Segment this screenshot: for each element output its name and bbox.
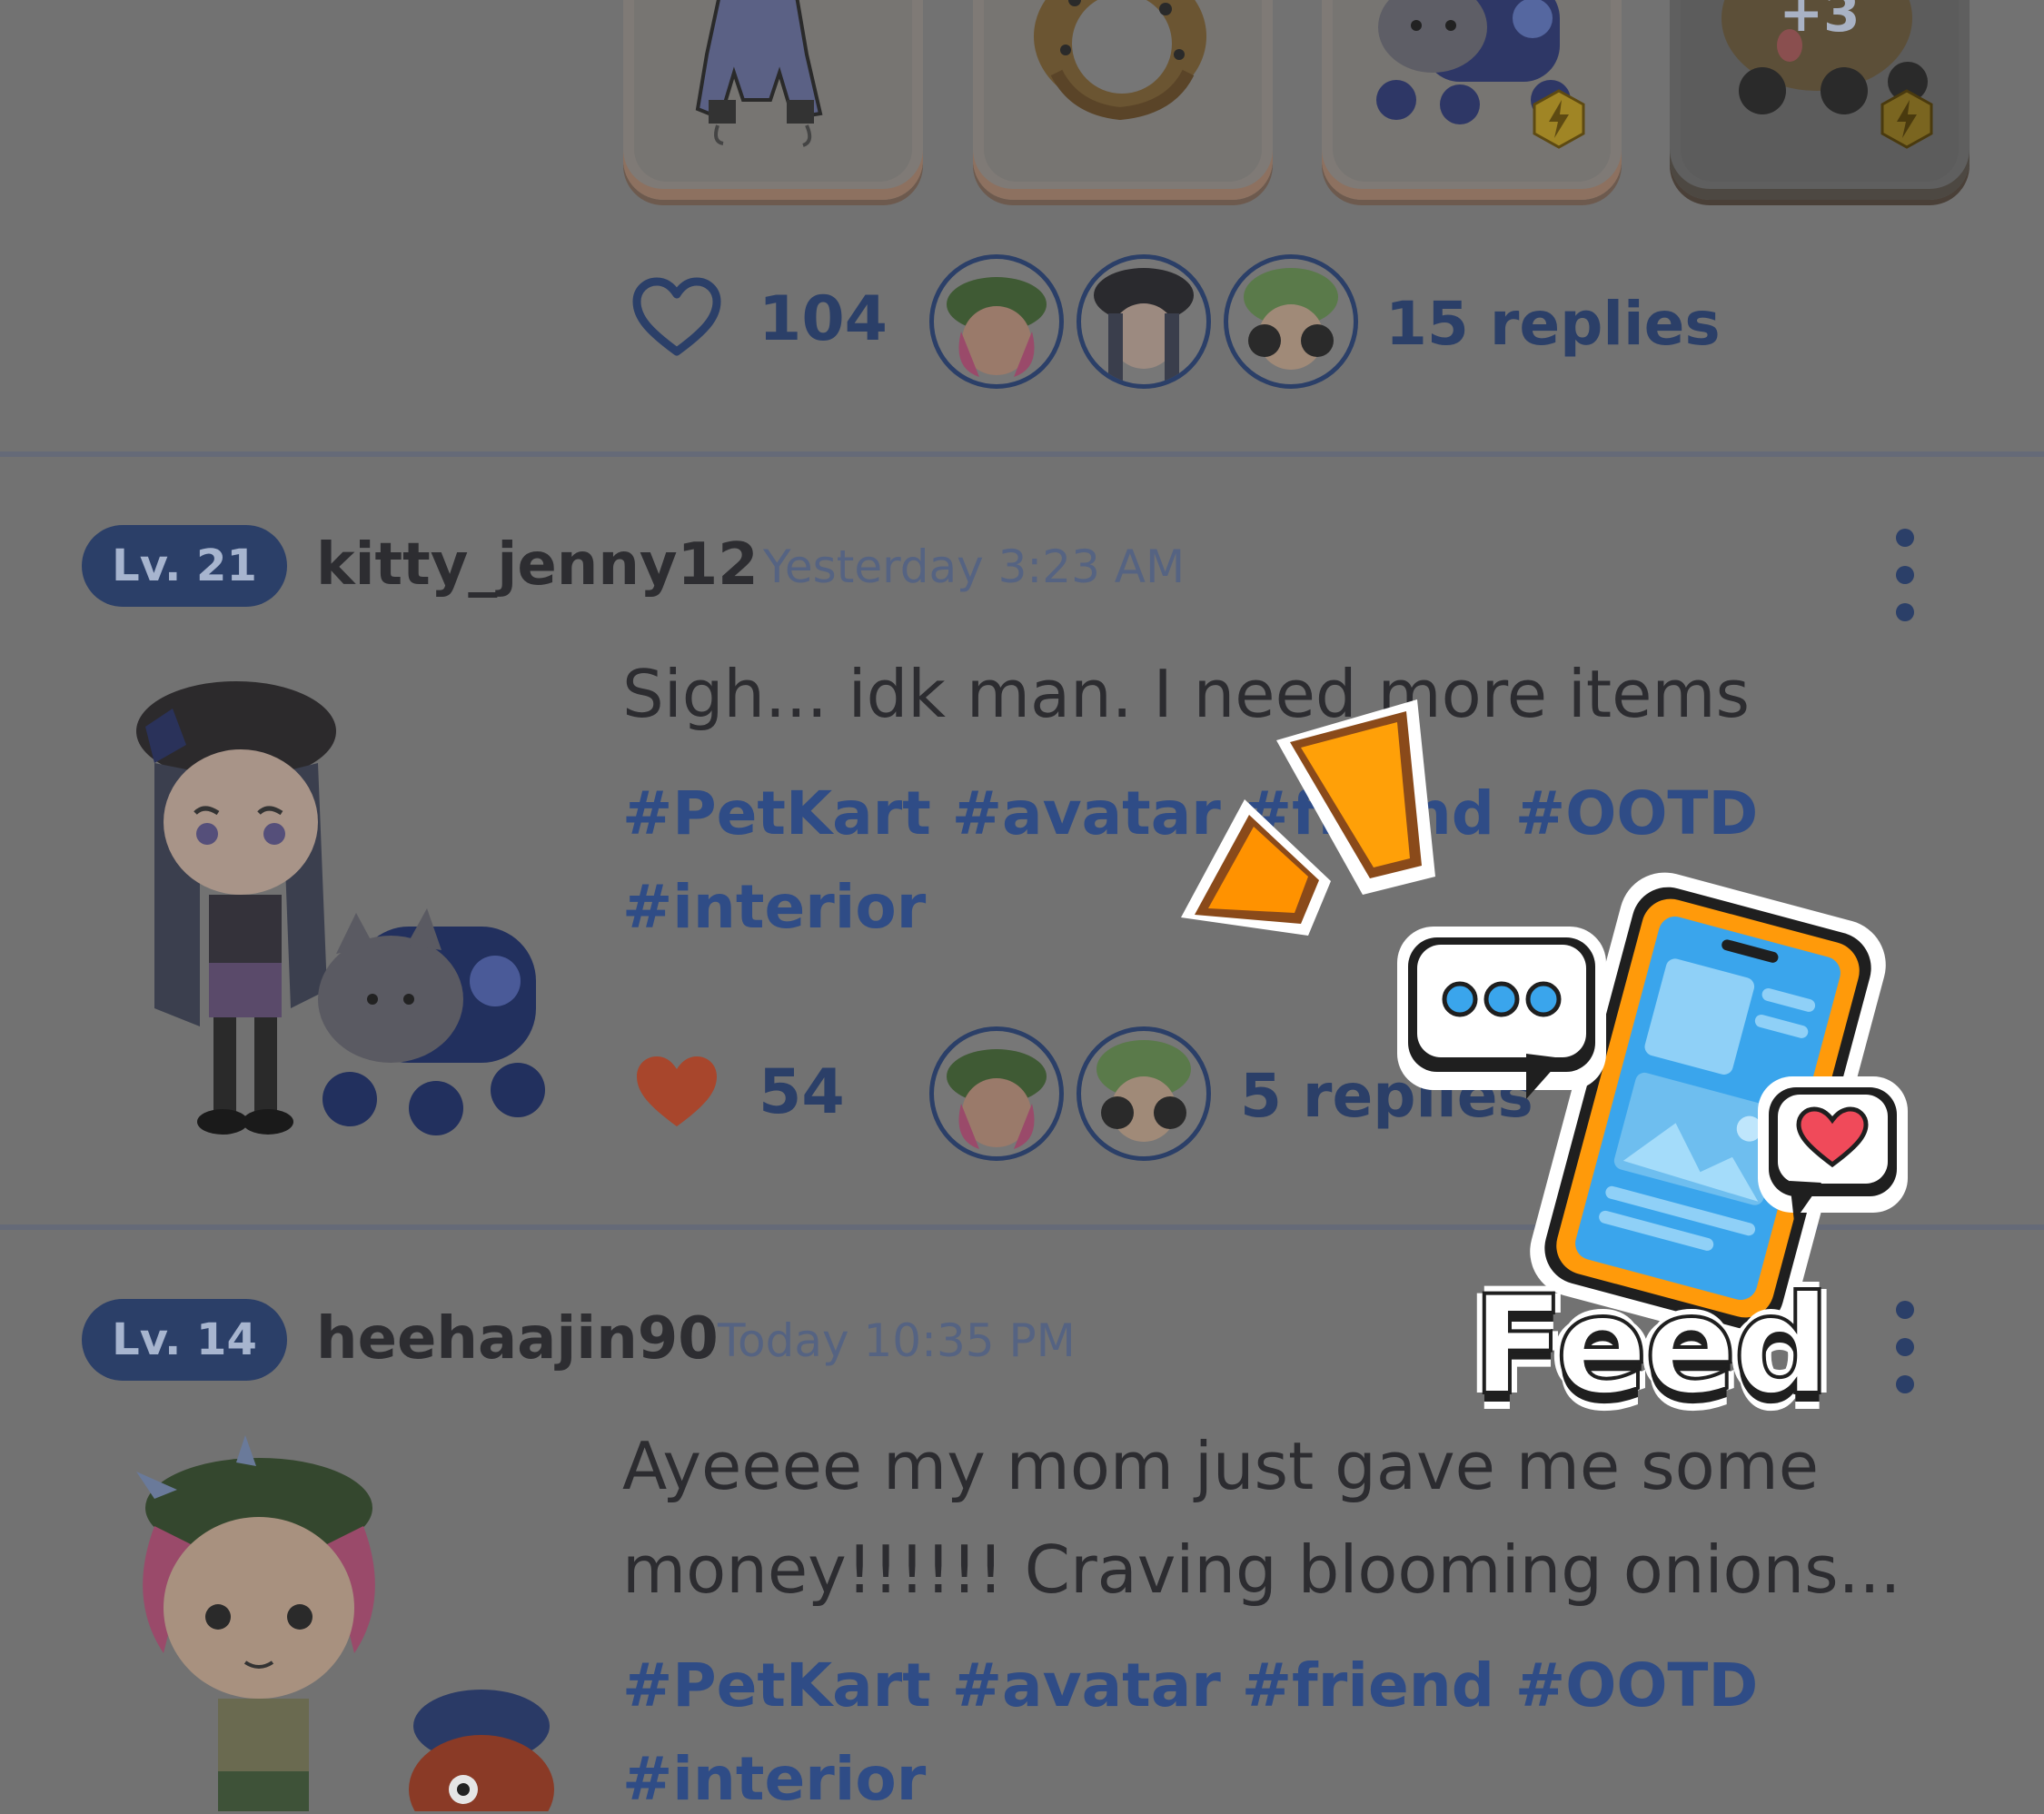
like-count: 104 [759, 283, 888, 355]
post-divider [0, 451, 2044, 457]
post-time: Yesterday 3:23 AM [763, 540, 1186, 593]
reply-avatar [929, 254, 1064, 389]
avatar-character-heehaajin [136, 1435, 554, 1811]
jacket-item-image [695, 0, 823, 147]
heart-filled-icon[interactable] [631, 1052, 722, 1134]
post-text-line: money!!!!!! Craving blooming onions... [622, 1531, 1901, 1608]
reply-avatar [929, 1026, 1064, 1161]
like-count: 54 [759, 1056, 845, 1128]
level-badge: Lv. 14 [82, 1299, 287, 1381]
bolt-badge-icon [1533, 89, 1585, 149]
more-items-count: +3 [1779, 0, 1860, 44]
item-card-cat-kart[interactable] [1322, 0, 1622, 200]
post-text-line: Ayeeee my mom just gave me some [622, 1428, 1820, 1504]
post-hashtags[interactable]: #interior [622, 872, 926, 942]
leopard-hood-item-image [1034, 0, 1206, 121]
bolt-badge-icon [1880, 89, 1933, 149]
reply-avatar [1224, 254, 1358, 389]
item-card-jacket[interactable] [623, 0, 923, 200]
level-badge: Lv. 21 [82, 525, 287, 607]
item-card-more[interactable]: +3 [1670, 0, 1970, 200]
username[interactable]: heehaajin90 [316, 1305, 719, 1373]
item-card-leopard-hood[interactable] [973, 0, 1273, 200]
post-hashtags[interactable]: #PetKart #avatar #friend #OOTD [622, 1650, 1758, 1720]
replies-count[interactable]: 15 replies [1385, 289, 1721, 359]
reply-avatar [1077, 254, 1211, 389]
post-time: Today 10:35 PM [718, 1314, 1076, 1367]
heart-outline-icon[interactable] [631, 277, 722, 359]
username[interactable]: kitty_jenny12 [316, 531, 759, 599]
reply-avatar [1077, 1026, 1211, 1161]
avatar-character-kitty [136, 681, 545, 1135]
feed-sticker-label: Feed [1470, 1265, 1832, 1427]
more-options-icon[interactable] [1896, 529, 1918, 640]
post-hashtags[interactable]: #interior [622, 1744, 926, 1814]
